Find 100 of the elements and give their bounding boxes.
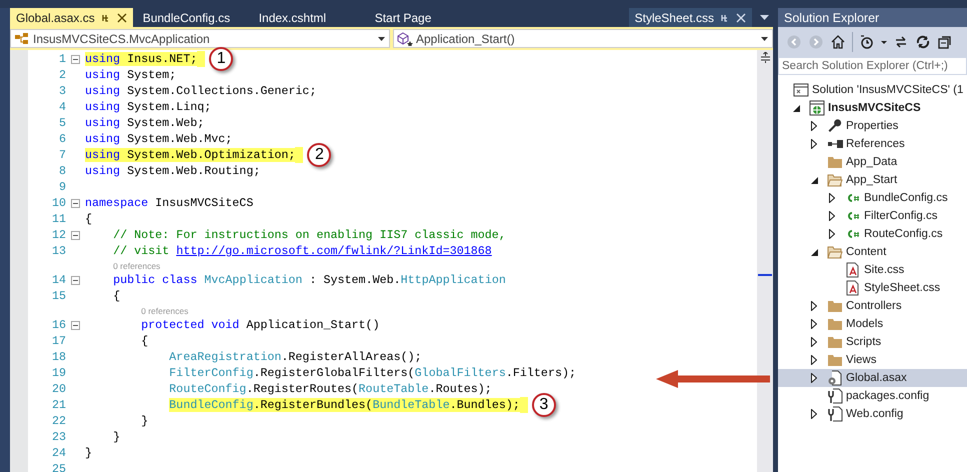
tree-item[interactable]: Scripts <box>778 333 967 351</box>
search-field[interactable]: Search Solution Explorer (Ctrl+;) <box>778 57 967 75</box>
tree-item[interactable]: Models <box>778 315 967 333</box>
line-number: 8 <box>58 164 66 178</box>
caret-icon <box>761 36 768 40</box>
line-number: 18 <box>50 350 66 364</box>
line-number: 14 <box>50 273 66 287</box>
open-folder-icon <box>827 172 843 188</box>
line-number: 25 <box>50 462 66 472</box>
collapsed-arrow-icon[interactable] <box>811 355 817 365</box>
collapsed-arrow-icon[interactable] <box>811 139 817 149</box>
code-line: { <box>112 288 120 304</box>
config-file-icon <box>827 406 843 422</box>
code-line: } <box>112 429 120 445</box>
sync-icon[interactable] <box>893 34 909 50</box>
code-line: } <box>140 413 148 429</box>
document-tab[interactable]: Index.cshtml <box>252 8 365 27</box>
collapse-icon[interactable] <box>71 320 80 330</box>
expanded-arrow-icon[interactable] <box>793 104 800 112</box>
tree-item[interactable]: References <box>778 135 967 153</box>
code-line: { <box>85 211 92 227</box>
collapsed-arrow-icon[interactable] <box>811 373 817 383</box>
code-line: using System.Web.Mvc; <box>85 131 232 147</box>
project-icon <box>809 100 825 116</box>
code-line: } <box>85 445 92 461</box>
code-line: // Note: For instructions on enabling IIS7 classic mode, <box>112 227 506 243</box>
code-line: using System.Linq; <box>85 99 212 115</box>
line-number: 3 <box>58 84 66 98</box>
collapse-icon[interactable] <box>71 198 80 208</box>
vertical-scrollbar[interactable] <box>757 50 773 472</box>
code-line: namespace InsusMVCSiteCS <box>85 195 254 211</box>
pin-icon[interactable] <box>100 12 111 22</box>
tree-item[interactable]: StyleSheet.css <box>778 279 967 297</box>
dropdown-caret-icon[interactable] <box>760 14 769 20</box>
collapsed-arrow-icon[interactable] <box>811 301 817 311</box>
collapse-all-icon[interactable] <box>937 34 953 50</box>
tree-item[interactable]: Controllers <box>778 297 967 315</box>
code-line: using System; <box>85 67 176 83</box>
navigation-dropdown[interactable]: InsusMVCSiteCS.MvcApplication <box>10 29 390 48</box>
callout-badge: 2 <box>307 143 332 167</box>
tree-item[interactable]: Solution 'InsusMVCSiteCS' (1 <box>778 81 967 99</box>
tree-item[interactable]: App_Data <box>778 153 967 171</box>
code-line: BundleConfig.RegisterBundles(BundleTable.Bundles); <box>85 397 528 413</box>
collapse-icon[interactable] <box>71 54 80 64</box>
scroll-marker <box>758 274 772 276</box>
code-line: using System.Collections.Generic; <box>85 83 316 99</box>
tree-item[interactable]: App_Start <box>778 171 967 189</box>
method-icon <box>397 32 413 46</box>
folder-icon <box>827 154 843 170</box>
clock-icon[interactable] <box>859 34 875 50</box>
tree-item[interactable]: Web.config <box>778 405 967 423</box>
document-tab[interactable]: StyleSheet.css <box>628 8 752 27</box>
close-icon[interactable] <box>116 12 127 22</box>
pin-icon[interactable] <box>720 12 730 22</box>
collapsed-arrow-icon[interactable] <box>811 409 817 419</box>
refresh-icon[interactable] <box>915 34 931 50</box>
collapsed-arrow-icon[interactable] <box>811 319 817 329</box>
tree-item[interactable]: FilterConfig.cs <box>778 207 967 225</box>
line-number: 11 <box>50 212 66 226</box>
code-line: using Insus.NET; <box>85 51 206 67</box>
tree-item[interactable]: Content <box>778 243 967 261</box>
callout-badge: 1 <box>209 47 234 71</box>
expanded-arrow-icon[interactable] <box>811 176 818 184</box>
expanded-arrow-icon[interactable] <box>811 248 818 256</box>
collapsed-arrow-icon[interactable] <box>811 337 817 347</box>
code-line: FilterConfig.RegisterGlobalFilters(GlobalFilters.Filters); <box>168 365 576 381</box>
document-tab[interactable]: Global.asax.cs <box>10 8 133 27</box>
collapsed-arrow-icon[interactable] <box>829 229 835 239</box>
line-number: 9 <box>58 180 66 194</box>
tree-item[interactable]: Views <box>778 351 967 369</box>
home-icon[interactable] <box>830 34 846 50</box>
line-number: 17 <box>50 334 66 348</box>
line-number: 1 <box>58 52 66 66</box>
tree-item[interactable]: BundleConfig.cs <box>778 189 967 207</box>
wrench-icon <box>827 118 843 134</box>
solution-icon <box>793 82 809 98</box>
document-tab[interactable]: BundleConfig.cs <box>136 8 249 27</box>
tree-item[interactable]: InsusMVCSiteCS <box>778 99 967 117</box>
navigation-dropdown[interactable]: Application_Start() <box>393 29 773 48</box>
code-line: public class MvcApplication : System.Web.HttpApplication <box>112 272 506 288</box>
caret-icon[interactable] <box>881 40 887 44</box>
collapsed-arrow-icon[interactable] <box>829 211 835 221</box>
split-icon[interactable] <box>760 52 770 63</box>
folder-icon <box>827 298 843 314</box>
code-line: RouteConfig.RegisterRoutes(RouteTable.Routes); <box>168 381 492 397</box>
collapsed-arrow-icon[interactable] <box>811 121 817 131</box>
line-number: 23 <box>50 430 66 444</box>
collapse-icon[interactable] <box>71 230 80 240</box>
tree-item[interactable]: Properties <box>778 117 967 135</box>
collapse-icon[interactable] <box>71 276 80 284</box>
caret-icon <box>378 36 385 40</box>
document-tab[interactable]: Start Page <box>368 8 481 27</box>
line-number: 13 <box>50 244 66 258</box>
tree-item[interactable]: packages.config <box>778 387 967 405</box>
tree-item[interactable]: RouteConfig.cs <box>778 225 967 243</box>
line-number: 6 <box>58 132 66 146</box>
tree-item[interactable]: Global.asax <box>778 369 967 387</box>
tree-item[interactable]: Site.css <box>778 261 967 279</box>
collapsed-arrow-icon[interactable] <box>829 193 835 203</box>
config-file-icon <box>827 388 843 404</box>
